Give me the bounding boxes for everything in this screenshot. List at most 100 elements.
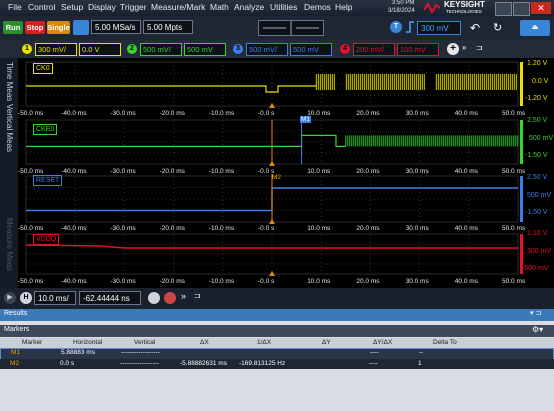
menu-setup[interactable]: Setup — [61, 2, 83, 12]
menu-display[interactable]: Display — [88, 2, 116, 12]
row-dy-dx: ---- — [369, 360, 378, 367]
minimize-button[interactable] — [495, 2, 512, 16]
horizontal-pin-icon[interactable]: ⊐ — [194, 291, 201, 300]
menu-demos[interactable]: Demos — [304, 2, 331, 12]
time-axis-tick: -50.0 ms — [18, 168, 44, 175]
tab-vertical-meas[interactable]: Vertical Meas — [5, 104, 14, 152]
channel-1-icon[interactable]: 1 — [22, 44, 32, 54]
channel-2-icon[interactable]: 2 — [127, 44, 137, 54]
results-header: Results ▾ ⊐ — [0, 309, 554, 321]
time-axis-tick: -50.0 ms — [18, 225, 44, 232]
col-horizontal: Horizontal — [73, 339, 103, 346]
autoscale-button[interactable]: ⏏ — [520, 20, 550, 36]
signal-label-vddq[interactable]: VDDQ — [33, 234, 60, 245]
horizontal-icon[interactable]: H — [20, 292, 32, 304]
time-scale-field[interactable]: 10.0 ms/ — [34, 291, 76, 305]
row-vertical: ------------------ — [121, 349, 160, 356]
pin-icon[interactable]: ⊐ — [476, 43, 483, 52]
trigger-edge-icon[interactable] — [405, 21, 415, 33]
channel-2-offset[interactable]: 500 mV — [184, 43, 226, 56]
row-delta-to: -- — [419, 349, 424, 356]
time-axis-tick: -20.0 ms — [159, 225, 185, 232]
time-axis-tick: -10.0 ms — [208, 278, 235, 285]
results-pin-icon[interactable]: ▾ ⊐ — [530, 309, 541, 317]
col-dy-dx: ΔY/ΔX — [373, 339, 393, 346]
autoscale-icon[interactable] — [73, 20, 89, 35]
menu-help[interactable]: Help — [335, 2, 352, 12]
markers-section-title: Markers — [4, 326, 30, 333]
ck0-trace — [26, 85, 317, 93]
horizontal-navigate-icon[interactable] — [258, 20, 324, 36]
signal-label-reset[interactable]: RESET — [33, 175, 63, 186]
time-axis-tick: 50.0 ms — [502, 168, 526, 175]
time-axis-tick: 30.0 ms — [405, 225, 429, 232]
time-axis-tick: 10.0 ms — [307, 278, 331, 285]
time-axis-tick: 50.0 ms — [502, 278, 526, 285]
default-setup-icon[interactable]: ↻ — [493, 20, 511, 36]
markers-settings-icon[interactable]: ⚙▾ — [532, 325, 543, 334]
menu-file[interactable]: File — [8, 2, 22, 12]
time-axis-tick: 50.0 ms — [502, 110, 526, 117]
clock-time: 3:50 PM — [392, 0, 415, 6]
more-horizontal-icon[interactable]: » — [181, 291, 186, 301]
trigger-level-field[interactable]: 300 mV — [417, 21, 461, 35]
single-button[interactable]: Single — [47, 21, 70, 34]
time-axis-tick: -20.0 ms — [159, 278, 185, 285]
marker-m2-label[interactable]: M2 — [272, 174, 281, 181]
waveform-display[interactable]: CK0 CKE0 RESET VDDQ 1.20 V 0.0 V -1.20 V… — [18, 58, 554, 288]
row-horizontal: 5.88883 ms — [61, 349, 95, 356]
marker-m1-label[interactable]: M1 — [300, 116, 312, 123]
channel-color-bar — [520, 176, 523, 222]
channel-2-scale[interactable]: 500 mV/ — [140, 43, 182, 56]
reference-icon[interactable] — [164, 292, 176, 304]
time-axis-tick: 30.0 ms — [405, 168, 429, 175]
time-axis-tick: -10.0 ms — [208, 110, 235, 117]
time-axis-tick: 10.0 ms — [307, 110, 331, 117]
play-icon[interactable]: ▶ — [4, 292, 16, 304]
restore-button[interactable] — [513, 2, 530, 16]
brand-name: KEYSIGHT — [444, 0, 485, 9]
vddq-tick-bot: -500 mV — [522, 265, 549, 272]
zoom-icon[interactable] — [148, 292, 160, 304]
table-row[interactable]: M2 0.0 s ------------------ -5.88882631 … — [0, 359, 554, 369]
undo-icon[interactable]: ↶ — [470, 20, 488, 36]
channel-4-icon[interactable]: 4 — [340, 44, 350, 54]
time-axis-tick: -40.0 ms — [61, 110, 87, 117]
channel-3-scale[interactable]: 500 mV/ — [246, 43, 288, 56]
stop-button[interactable]: Stop — [25, 21, 45, 34]
channel-3-offset[interactable]: 500 mV — [290, 43, 332, 56]
time-axis-tick: -0.0 s — [258, 168, 275, 175]
time-position-field[interactable]: -62.44444 ns — [79, 291, 141, 305]
channel-toolbar: 1 300 mV/ 0.0 V 2 500 mV/ 500 mV 3 500 m… — [0, 40, 554, 58]
sample-rate-field[interactable]: 5.00 MSa/s — [91, 20, 141, 34]
results-panel: Results ▾ ⊐ Markers ⚙▾ Marker Horizontal… — [0, 309, 554, 411]
menu-math[interactable]: Math — [210, 2, 229, 12]
channel-4-offset[interactable]: 100 mV — [397, 43, 439, 56]
close-button[interactable]: ✕ — [531, 2, 551, 14]
cke0-tick-top: 2.50 V — [527, 117, 548, 124]
run-button[interactable]: Run — [3, 21, 23, 34]
menu-utilities[interactable]: Utilities — [270, 2, 297, 12]
menu-measure-mark[interactable]: Measure/Mark — [151, 2, 205, 12]
memory-depth-field[interactable]: 5.00 Mpts — [143, 20, 193, 34]
more-channels-icon[interactable]: » — [462, 43, 466, 52]
signal-label-cke0[interactable]: CKE0 — [33, 124, 58, 135]
results-empty-area — [0, 370, 554, 411]
channel-3-icon[interactable]: 3 — [233, 44, 243, 54]
menu-trigger[interactable]: Trigger — [120, 2, 147, 12]
menu-control[interactable]: Control — [28, 2, 55, 12]
tab-measure-meas[interactable]: Measure Meas — [5, 218, 14, 271]
time-axis-tick: 20.0 ms — [356, 225, 380, 232]
tab-time-meas[interactable]: Time Meas — [5, 62, 14, 101]
menu-analyze[interactable]: Analyze — [234, 2, 264, 12]
channel-1-offset[interactable]: 0.0 V — [79, 43, 121, 56]
signal-label-ck0[interactable]: CK0 — [33, 63, 53, 74]
channel-4-scale[interactable]: 200 mV/ — [353, 43, 395, 56]
trigger-icon[interactable]: T — [390, 21, 402, 33]
channel-1-scale[interactable]: 300 mV/ — [35, 43, 77, 56]
time-axis-tick: -10.0 ms — [208, 225, 235, 232]
time-axis-tick: 50.0 ms — [502, 225, 526, 232]
time-axis-tick: -20.0 ms — [159, 110, 185, 117]
add-channel-icon[interactable]: + — [447, 43, 459, 55]
time-axis-tick: 40.0 ms — [454, 168, 478, 175]
